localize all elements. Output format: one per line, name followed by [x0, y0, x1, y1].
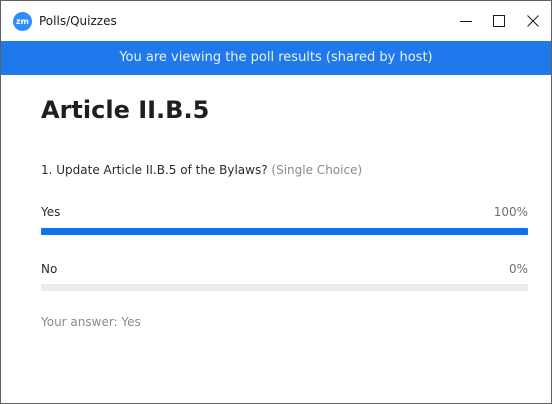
zoom-logo-icon: zm	[13, 12, 32, 31]
close-icon	[526, 15, 539, 27]
title-bar[interactable]: zm Polls/Quizzes	[1, 1, 551, 41]
maximize-icon	[492, 15, 505, 27]
question-label: 1. Update Article II.B.5 of the Bylaws?	[41, 163, 268, 177]
polls-window: zm Polls/Quizzes You are viewing the pol…	[0, 0, 552, 404]
shared-results-banner: You are viewing the poll results (shared…	[1, 41, 551, 75]
poll-title: Article II.B.5	[41, 96, 210, 124]
result-bar-fill	[41, 228, 528, 235]
minimize-icon	[459, 21, 472, 22]
close-button[interactable]	[510, 1, 551, 41]
option-no: No 0%	[41, 260, 528, 291]
window-title: Polls/Quizzes	[39, 14, 117, 28]
option-label: No	[41, 262, 58, 276]
result-bar-track	[41, 284, 528, 291]
option-percentage: 100%	[493, 205, 528, 219]
option-label: Yes	[41, 205, 61, 219]
result-bar-track	[41, 228, 528, 235]
question-text: 1. Update Article II.B.5 of the Bylaws? …	[41, 161, 362, 179]
your-answer: Your answer: Yes	[41, 315, 141, 329]
question-type: (Single Choice)	[271, 163, 363, 177]
poll-content: Article II.B.5 1. Update Article II.B.5 …	[1, 75, 551, 403]
option-yes: Yes 100%	[41, 203, 528, 235]
option-percentage: 0%	[508, 262, 528, 276]
